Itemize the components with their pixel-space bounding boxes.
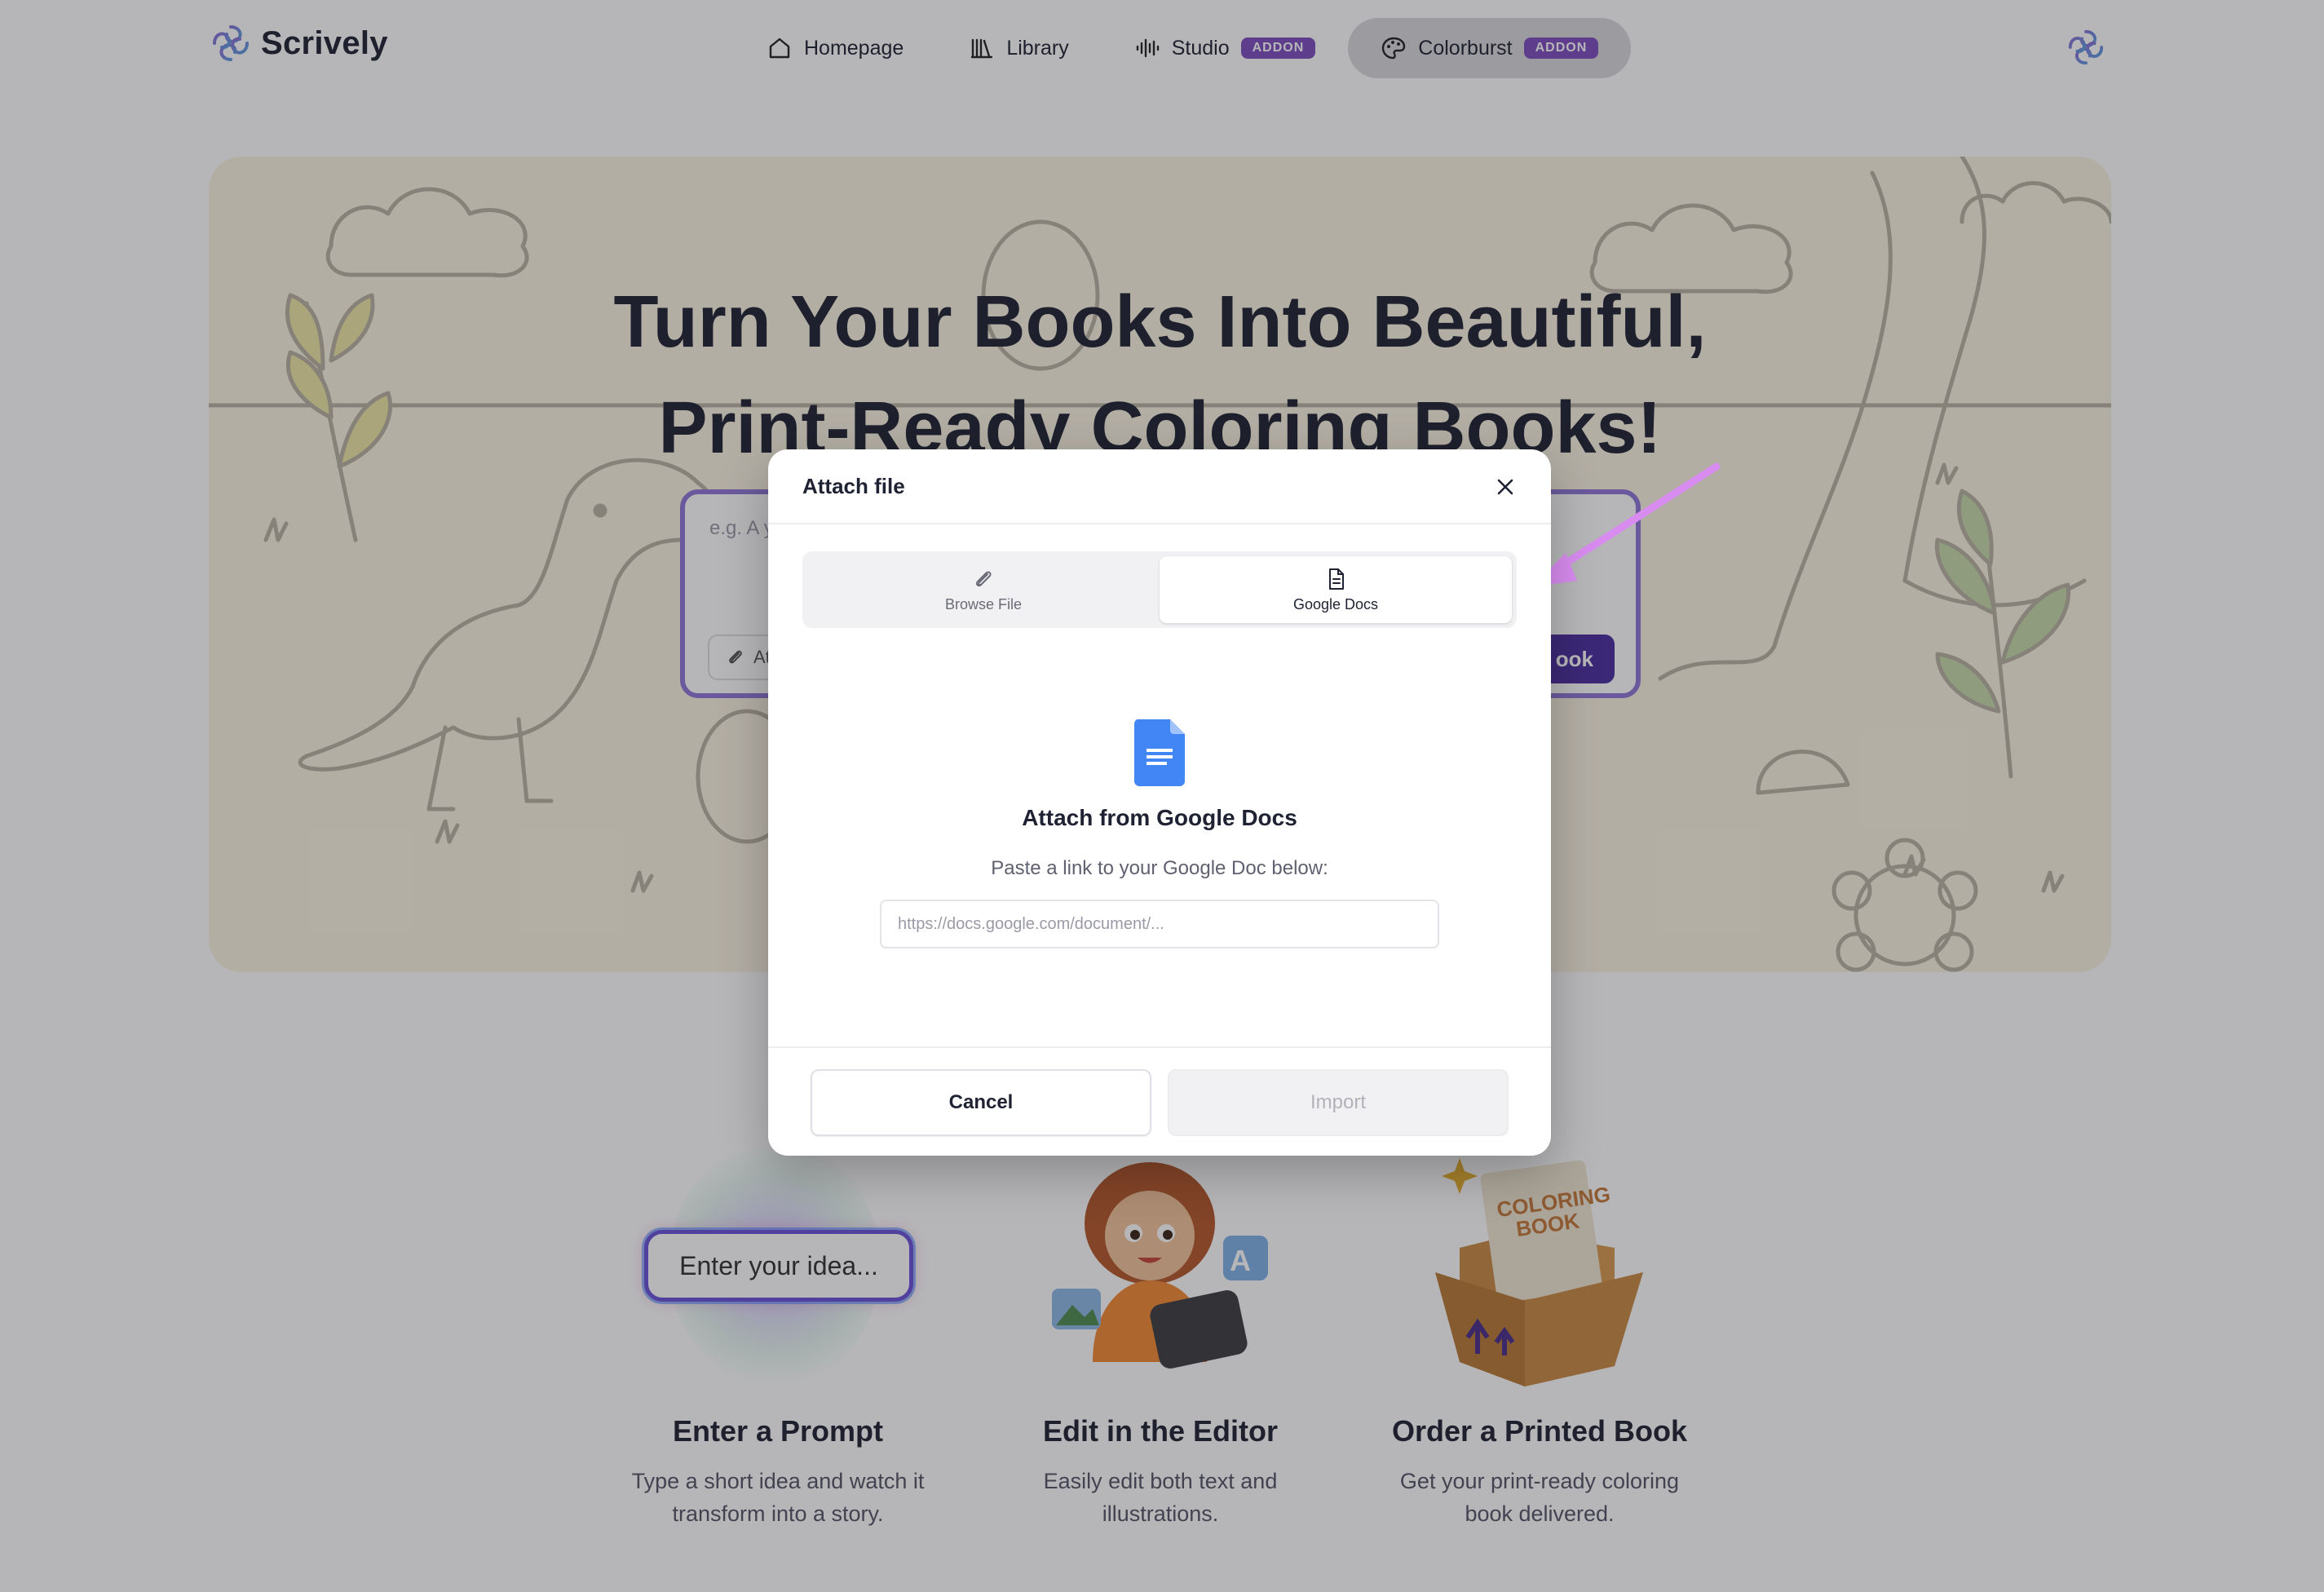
tab-label: Google Docs bbox=[1292, 595, 1379, 612]
attach-source-tabs: Browse File Google Docs bbox=[802, 551, 1517, 628]
tab-label: Browse File bbox=[944, 595, 1023, 612]
document-icon bbox=[1329, 568, 1344, 590]
page: Scrively Homepage Library Studio ADDON C… bbox=[0, 0, 2324, 1592]
close-icon[interactable] bbox=[1492, 474, 1518, 500]
google-docs-instructions: Paste a link to your Google Doc below: bbox=[991, 857, 1328, 879]
google-doc-link-input[interactable] bbox=[880, 900, 1439, 949]
cancel-button-label: Cancel bbox=[948, 1091, 1014, 1113]
tab-google-docs[interactable]: Google Docs bbox=[1160, 556, 1512, 623]
dialog-title: Attach file bbox=[802, 474, 905, 498]
attach-file-dialog: Attach file Browse File Google Docs Atta… bbox=[768, 449, 1551, 1156]
dialog-footer: Cancel Import bbox=[768, 1046, 1551, 1156]
google-docs-heading: Attach from Google Docs bbox=[1022, 805, 1297, 830]
import-button[interactable]: Import bbox=[1168, 1069, 1509, 1136]
dialog-header: Attach file bbox=[768, 449, 1551, 524]
google-docs-icon bbox=[1134, 719, 1185, 786]
cancel-button[interactable]: Cancel bbox=[811, 1069, 1151, 1136]
paperclip-icon bbox=[975, 570, 992, 586]
tab-browse-file[interactable]: Browse File bbox=[807, 556, 1160, 623]
import-button-label: Import bbox=[1310, 1091, 1366, 1113]
